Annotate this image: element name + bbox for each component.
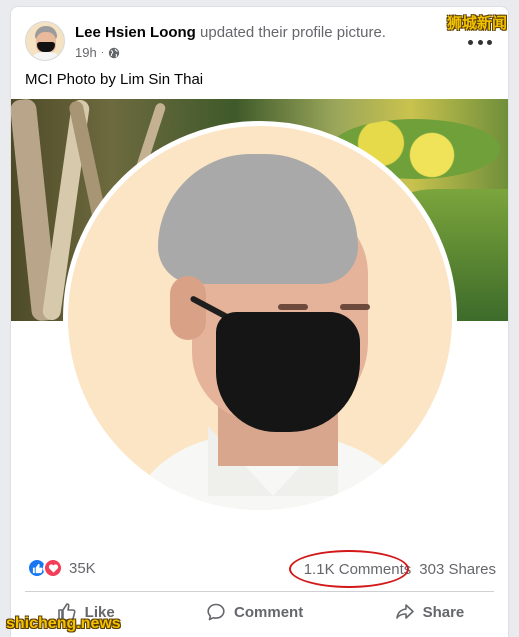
share-arrow-icon <box>395 604 414 619</box>
more-options-icon[interactable] <box>468 35 492 49</box>
globe-icon[interactable] <box>108 47 120 59</box>
post-action-text: updated their profile picture. <box>200 24 386 41</box>
post-header: Lee Hsien Loong updated their profile pi… <box>25 21 496 65</box>
post-time[interactable]: 19h <box>75 45 97 60</box>
reactions-summary[interactable]: 35K <box>27 558 96 578</box>
actions-divider <box>25 591 494 592</box>
post-caption: MCI Photo by Lim Sin Thai <box>25 71 204 88</box>
love-icon <box>43 558 63 578</box>
reaction-count: 35K <box>69 559 96 577</box>
comments-count[interactable]: 1.1K Comments <box>288 550 414 588</box>
meta-separator: · <box>100 47 105 58</box>
author-name[interactable]: Lee Hsien Loong <box>75 24 196 41</box>
shares-count[interactable]: 303 Shares <box>419 561 496 578</box>
comment-bubble-icon <box>207 603 225 621</box>
comment-label: Comment <box>234 603 304 621</box>
comment-button[interactable]: Comment <box>206 602 303 622</box>
post-card: Lee Hsien Loong updated their profile pi… <box>10 6 509 637</box>
author-avatar[interactable] <box>25 21 65 61</box>
comment-share-counts: 1.1K Comments 303 Shares <box>288 550 496 588</box>
share-button[interactable]: Share <box>395 602 465 622</box>
highlight-circle <box>288 550 409 588</box>
share-label: Share <box>422 603 465 621</box>
engagement-stats: 35K 1.1K Comments 303 Shares <box>11 550 508 588</box>
post-meta: 19h · <box>75 45 120 60</box>
watermark-bottom: shicheng.news <box>6 615 121 632</box>
post-headline: Lee Hsien Loong updated their profile pi… <box>75 23 386 42</box>
watermark-top: 狮城新闻 <box>446 15 507 32</box>
profile-picture[interactable] <box>63 121 457 515</box>
